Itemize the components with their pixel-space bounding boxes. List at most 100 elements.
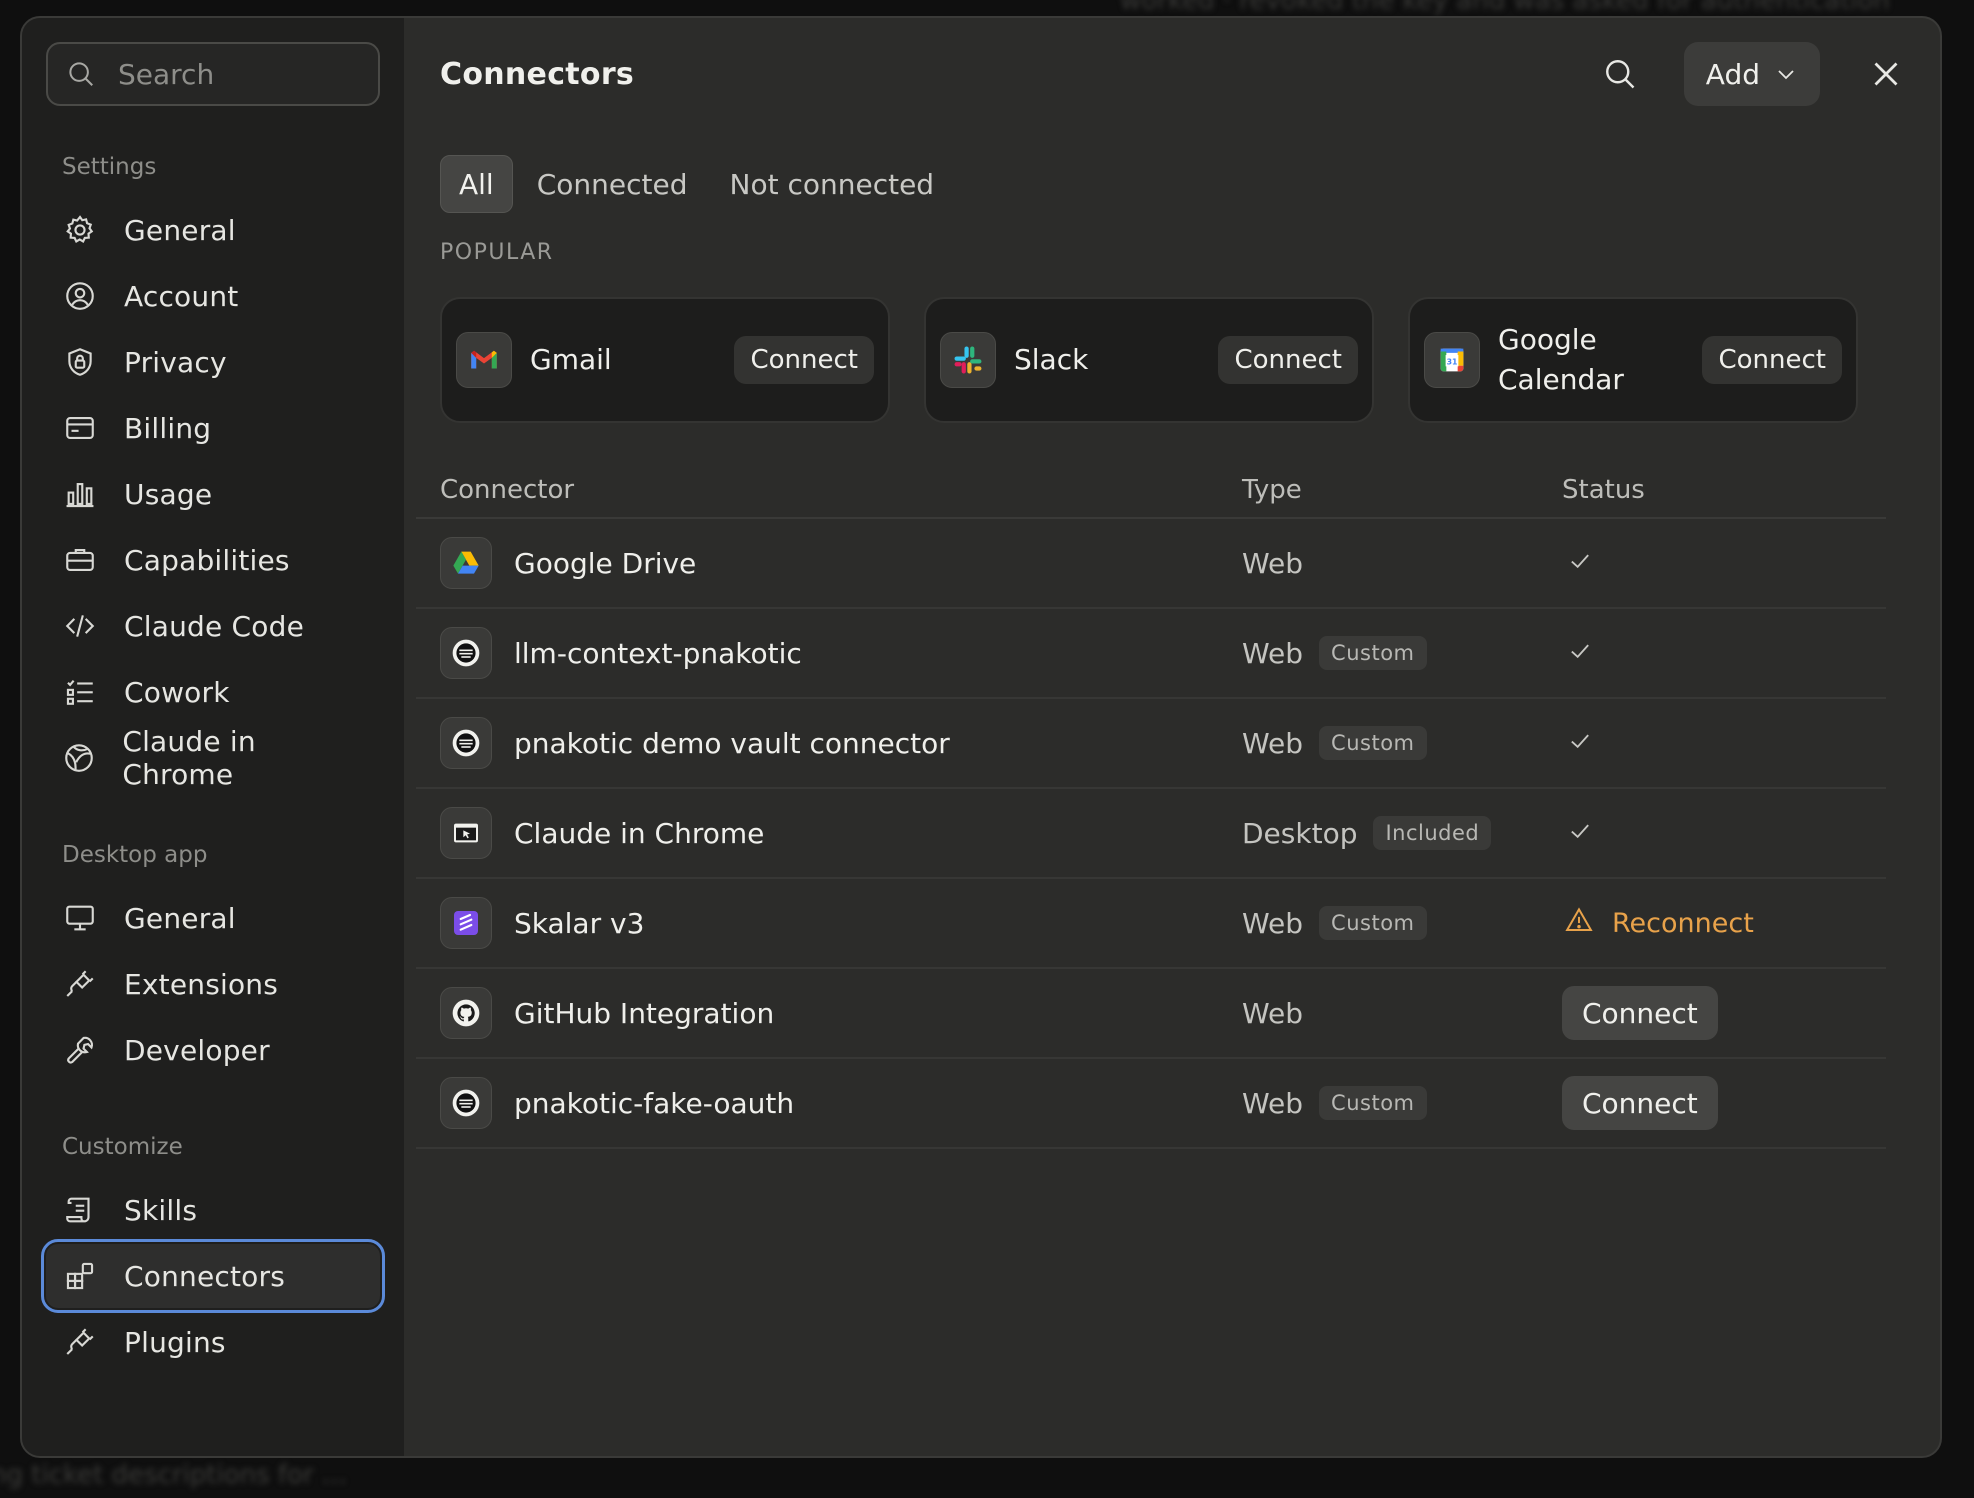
table-row[interactable]: Google Drive Web — [416, 519, 1886, 609]
tab-connected[interactable]: Connected — [519, 156, 706, 212]
wrench-icon — [62, 1032, 98, 1068]
connect-button[interactable]: Connect — [1702, 336, 1842, 384]
connector-cell: GitHub Integration — [416, 987, 1242, 1039]
connector-type: Web — [1242, 546, 1304, 580]
plug-icon — [62, 1324, 98, 1360]
connector-cell: Skalar v3 — [416, 897, 1242, 949]
add-button[interactable]: Add — [1683, 42, 1820, 106]
tab-all[interactable]: All — [440, 155, 513, 213]
checkmark-icon — [1562, 817, 1594, 849]
type-cell: Web Custom — [1242, 636, 1562, 670]
sidebar-item-general[interactable]: General — [46, 198, 380, 262]
table-row[interactable]: GitHub Integration Web Connect — [416, 969, 1886, 1059]
sidebar-item-label: Skills — [124, 1193, 198, 1227]
checkmark-icon — [1562, 727, 1594, 759]
skalar-icon — [440, 897, 492, 949]
backdrop-text: worked · revoked the key and was asked f… — [1120, 0, 1890, 16]
connector-name: pnakotic-fake-oauth — [514, 1086, 795, 1120]
briefcase-icon — [62, 542, 98, 578]
sidebar-item-usage[interactable]: Usage — [46, 462, 380, 526]
connect-button[interactable]: Connect — [734, 336, 874, 384]
chevron-down-icon — [1778, 70, 1794, 80]
main-panel: Connectors Add All Connected Not connected… — [404, 18, 1940, 1456]
sidebar-item-plugins[interactable]: Plugins — [46, 1310, 380, 1374]
search-button[interactable] — [1596, 50, 1644, 98]
sidebar-item-label: Privacy — [124, 345, 227, 379]
sidebar-section-label: Desktop app — [62, 842, 208, 868]
credit-card-icon — [62, 410, 98, 446]
sidebar-item-billing[interactable]: Billing — [46, 396, 380, 460]
header: Connectors Add — [440, 18, 1910, 130]
connector-badge: Custom — [1319, 636, 1427, 670]
sidebar-item-skills[interactable]: Skills — [46, 1178, 380, 1242]
search-input[interactable] — [116, 56, 360, 92]
backdrop-text: ng ticket descriptions for ... — [0, 1460, 347, 1490]
sidebar-item-capabilities[interactable]: Capabilities — [46, 528, 380, 592]
sidebar-item-privacy[interactable]: Privacy — [46, 330, 380, 394]
status-cell: Connect — [1562, 1076, 1886, 1130]
tab-not-connected[interactable]: Not connected — [712, 156, 953, 212]
sidebar-section-label: Customize — [62, 1134, 183, 1160]
connector-type: Web — [1242, 1086, 1304, 1120]
sidebar-section-label: Settings — [62, 154, 157, 180]
status-cell — [1562, 817, 1886, 849]
sidebar-item-label: Plugins — [124, 1325, 226, 1359]
table-row[interactable]: pnakotic demo vault connector Web Custom — [416, 699, 1886, 789]
sidebar-item-label: Connectors — [124, 1259, 286, 1293]
settings-modal: Settings General Account Privacy Billing Usag… — [20, 16, 1942, 1458]
table-row[interactable]: Skalar v3 Web Custom Reconnect — [416, 879, 1886, 969]
gmail-icon — [456, 332, 512, 388]
connector-name: llm-context-pnakotic — [514, 636, 802, 670]
reconnect-button[interactable]: Reconnect — [1562, 905, 1754, 942]
connector-type: Web — [1242, 726, 1304, 760]
sidebar-item-claude-in-chrome[interactable]: Claude in Chrome — [46, 725, 380, 791]
connector-type: Web — [1242, 906, 1304, 940]
status-cell: Connect — [1562, 986, 1886, 1040]
connector-name: Claude in Chrome — [514, 816, 765, 850]
sidebar-item-cowork[interactable]: Cowork — [46, 660, 380, 724]
table-row[interactable]: llm-context-pnakotic Web Custom — [416, 609, 1886, 699]
monitor-icon — [62, 900, 98, 936]
checklist-icon — [62, 674, 98, 710]
server-icon — [440, 1077, 492, 1129]
sidebar-item-account[interactable]: Account — [46, 264, 380, 328]
status-cell — [1562, 637, 1886, 669]
column-header-type: Type — [1242, 475, 1302, 505]
warning-icon — [1562, 905, 1612, 942]
sidebar-item-connectors[interactable]: Connectors — [41, 1239, 385, 1313]
search-icon — [69, 62, 93, 86]
sidebar-search[interactable] — [46, 42, 380, 106]
blocks-icon — [62, 1258, 98, 1294]
connector-type: Web — [1242, 636, 1304, 670]
connector-cell: pnakotic-fake-oauth — [416, 1077, 1242, 1129]
connector-name: Google Drive — [514, 546, 697, 580]
connect-button[interactable]: Connect — [1218, 336, 1358, 384]
sidebar-item-claude-code[interactable]: Claude Code — [46, 594, 380, 658]
sidebar-item-label: Billing — [124, 411, 212, 445]
connector-cell: pnakotic demo vault connector — [416, 717, 1242, 769]
type-cell: Web — [1242, 547, 1562, 580]
globe-icon — [62, 740, 96, 776]
popular-card-google-calendar: 31 Google Calendar Connect — [1408, 297, 1858, 423]
connect-button[interactable]: Connect — [1562, 1076, 1718, 1130]
connector-badge: Custom — [1319, 1086, 1427, 1120]
google-drive-icon — [440, 537, 492, 589]
sidebar-item-extensions[interactable]: Extensions — [46, 952, 380, 1016]
gear-icon — [62, 212, 98, 248]
type-cell: Web — [1242, 997, 1562, 1030]
table-row[interactable]: Claude in Chrome Desktop Included — [416, 789, 1886, 879]
popular-card-name: Google Calendar — [1498, 323, 1624, 396]
close-button[interactable] — [1862, 50, 1910, 98]
table-row[interactable]: pnakotic-fake-oauth Web Custom Connect — [416, 1059, 1886, 1149]
type-cell: Desktop Included — [1242, 816, 1562, 850]
popular-connectors: Gmail Connect Slack Connect 31 Google Calenda… — [440, 297, 1910, 423]
connector-cell: llm-context-pnakotic — [416, 627, 1242, 679]
connector-badge: Custom — [1319, 726, 1427, 760]
sidebar-item-developer[interactable]: Developer — [46, 1018, 380, 1082]
checkmark-icon — [1562, 547, 1594, 579]
close-icon — [1874, 62, 1898, 86]
sidebar-item-general[interactable]: General — [46, 886, 380, 950]
status-cell: Reconnect — [1562, 905, 1886, 942]
page-title: Connectors — [440, 56, 635, 92]
connect-button[interactable]: Connect — [1562, 986, 1718, 1040]
